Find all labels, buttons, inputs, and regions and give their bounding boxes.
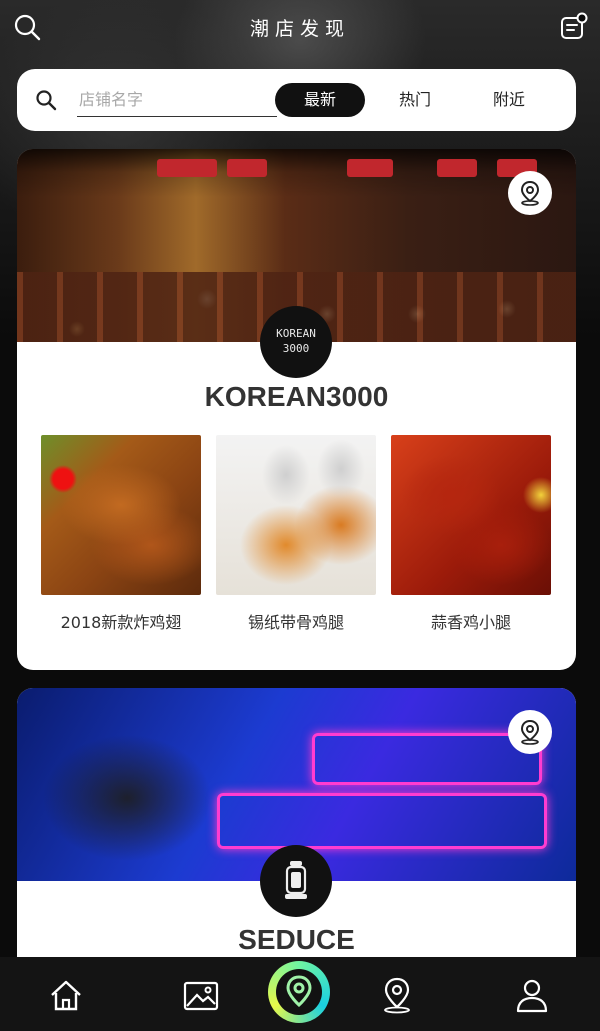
- home-icon[interactable]: [46, 975, 86, 1015]
- filter-tab-nearby[interactable]: 附近: [469, 83, 549, 117]
- dish-image: [41, 435, 201, 595]
- location-button[interactable]: [508, 171, 552, 215]
- shop-logo: KOREAN 3000: [260, 306, 332, 378]
- dish-name: 2018新款炸鸡翅: [60, 613, 182, 632]
- shop-card[interactable]: SEDUCE: [17, 688, 576, 988]
- center-location-button[interactable]: [268, 961, 330, 1023]
- dish-item[interactable]: 锡纸带骨鸡腿: [216, 435, 376, 633]
- dish-name: 蒜香鸡小腿: [430, 613, 511, 632]
- logo-text-line: KOREAN: [276, 327, 316, 340]
- shop-card[interactable]: KOREAN 3000 KOREAN3000 2018新款炸鸡翅 锡纸带骨鸡腿 …: [17, 149, 576, 670]
- center-location-icon: [286, 975, 312, 1008]
- logo-text-line: 3000: [282, 342, 310, 355]
- dish-name: 锡纸带骨鸡腿: [247, 613, 344, 632]
- dish-item[interactable]: 蒜香鸡小腿: [391, 435, 551, 633]
- shop-logo: [260, 845, 332, 917]
- bottom-tab-bar: [0, 957, 600, 1031]
- map-pin-icon[interactable]: [377, 975, 417, 1015]
- gallery-icon[interactable]: [181, 975, 221, 1015]
- location-button[interactable]: [508, 710, 552, 754]
- dish-image: [391, 435, 551, 595]
- dish-item[interactable]: 2018新款炸鸡翅: [41, 435, 201, 633]
- shop-name-search-input[interactable]: [77, 83, 277, 117]
- profile-icon[interactable]: [512, 975, 552, 1015]
- map-pin-icon: [520, 719, 540, 745]
- map-pin-icon: [520, 180, 540, 206]
- message-icon[interactable]: [558, 12, 588, 42]
- search-card: 最新 热门 附近: [17, 69, 576, 131]
- page-title: 潮店发现: [249, 18, 350, 40]
- filter-tab-hot[interactable]: 热门: [375, 83, 455, 117]
- shop-name[interactable]: KOREAN3000: [17, 381, 576, 413]
- dish-image: [216, 435, 376, 595]
- search-icon: [35, 89, 57, 111]
- filter-tab-latest[interactable]: 最新: [275, 83, 365, 117]
- app-header: 潮店发现: [0, 0, 600, 58]
- shop-name[interactable]: SEDUCE: [17, 924, 576, 956]
- lantern-icon: [285, 861, 307, 899]
